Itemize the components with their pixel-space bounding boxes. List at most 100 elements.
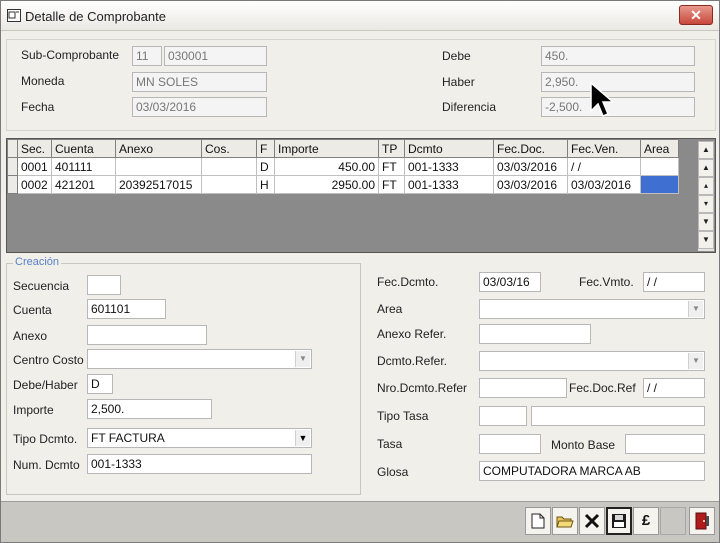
cell-area-selected[interactable] [640,175,679,194]
scroll-up-icon[interactable]: ▴ [698,177,714,195]
col-area[interactable]: Area [640,139,679,158]
window-title: Detalle de Comprobante [25,9,166,24]
cell-fec-doc[interactable]: 03/03/2016 [493,175,568,194]
cell-cos[interactable] [201,175,257,194]
tipo-tasa-code-field[interactable] [479,406,527,426]
col-importe[interactable]: Importe [274,139,379,158]
col-cos[interactable]: Cos. [201,139,257,158]
cell-sec[interactable]: 0002 [17,175,52,194]
exit-button[interactable] [689,507,715,535]
col-sec[interactable]: Sec. [17,139,52,158]
col-dcmto[interactable]: Dcmto [404,139,494,158]
monto-base-field[interactable] [625,434,705,454]
cell-f[interactable]: H [256,175,275,194]
cell-importe[interactable]: 2950.00 [274,175,379,194]
num-dcmto-field[interactable]: 001-1333 [87,454,312,474]
anexo-field[interactable] [87,325,207,345]
secuencia-field[interactable] [87,275,121,295]
diferencia-label: Diferencia [442,100,497,114]
anexo-refer-label: Anexo Refer. [377,327,447,341]
cell-sec[interactable]: 0001 [17,157,52,176]
cell-cos[interactable] [201,157,257,176]
diferencia-field[interactable]: -2,500. [541,97,695,117]
save-button[interactable] [606,507,632,535]
cell-cuenta[interactable]: 401111 [51,157,116,176]
cell-f[interactable]: D [256,157,275,176]
haber-field[interactable]: 2,950. [541,72,695,92]
cell-cuenta[interactable]: 421201 [51,175,116,194]
subcomprobante-number-field[interactable]: 030001 [164,46,267,66]
cell-tp[interactable]: FT [378,157,405,176]
row-selector[interactable] [7,157,18,176]
chevron-down-icon[interactable]: ▼ [295,351,310,367]
delete-button[interactable] [579,507,605,535]
tipo-dcmto-select[interactable]: FT FACTURA ▼ [87,428,312,448]
new-button[interactable] [525,507,551,535]
tipo-tasa-desc-field[interactable] [531,406,705,426]
cell-area[interactable] [640,157,679,176]
cell-anexo[interactable] [115,157,202,176]
tipo-dcmto-value: FT FACTURA [91,431,165,445]
cell-tp[interactable]: FT [378,175,405,194]
last-record-icon[interactable]: ▼ [698,231,714,249]
next-record-icon[interactable]: ▼ [698,213,714,231]
chevron-down-icon[interactable]: ▼ [688,353,703,369]
moneda-label: Moneda [21,74,65,88]
first-record-icon[interactable]: ▲ [698,141,714,159]
col-fec-ven[interactable]: Fec.Ven. [567,139,641,158]
cell-dcmto[interactable]: 001-1333 [404,175,494,194]
cell-fec-ven[interactable]: / / [567,157,641,176]
chevron-down-icon[interactable]: ▼ [688,301,703,317]
glosa-field[interactable]: COMPUTADORA MARCA AB [479,461,705,481]
chevron-down-icon[interactable]: ▼ [295,430,310,446]
close-button[interactable]: ✕ [679,5,713,25]
haber-label: Haber [442,75,475,89]
previous-record-icon[interactable]: ▲ [698,159,714,177]
col-anexo[interactable]: Anexo [115,139,202,158]
cell-fec-ven[interactable]: 03/03/2016 [567,175,641,194]
fec-vmto-label: Fec.Vmto. [579,275,634,289]
table-row[interactable]: 0001 401111 D 450.00 FT 001-1333 03/03/2… [7,157,679,176]
cuenta-field[interactable]: 601101 [87,299,166,319]
col-cuenta[interactable]: Cuenta [51,139,116,158]
fec-doc-ref-field[interactable]: / / [643,378,705,398]
detail-grid[interactable]: Sec. Cuenta Anexo Cos. F Importe TP Dcmt… [6,138,716,253]
disabled-button[interactable] [660,507,686,535]
num-dcmto-label: Num. Dcmto [13,458,80,472]
subcomprobante-code-field[interactable]: 11 [132,46,162,66]
col-tp[interactable]: TP [378,139,405,158]
cell-anexo[interactable]: 20392517015 [115,175,202,194]
debe-field[interactable]: 450. [541,46,695,66]
dcmto-refer-select[interactable]: ▼ [479,351,705,371]
debe-haber-label: Debe/Haber [13,378,78,392]
table-row[interactable]: 0002 421201 20392517015 H 2950.00 FT 001… [7,175,679,194]
row-selector[interactable] [7,175,18,194]
col-fec-doc[interactable]: Fec.Doc. [493,139,568,158]
open-button[interactable] [552,507,578,535]
creacion-legend: Creación [13,256,62,268]
exit-door-icon [695,512,709,530]
tasa-field[interactable] [479,434,541,454]
debe-haber-field[interactable]: D [87,374,113,394]
area-select[interactable]: ▼ [479,299,705,319]
nro-dcmto-refer-field[interactable] [479,378,567,398]
col-f[interactable]: F [256,139,275,158]
fecha-field[interactable]: 03/03/2016 [132,97,267,117]
fec-vmto-field[interactable]: / / [643,272,705,292]
moneda-field[interactable]: MN SOLES [132,72,267,92]
cell-importe[interactable]: 450.00 [274,157,379,176]
dcmto-refer-label: Dcmto.Refer. [377,354,448,368]
cell-dcmto[interactable]: 001-1333 [404,157,494,176]
anexo-refer-field[interactable] [479,324,591,344]
secuencia-label: Secuencia [13,279,70,293]
tipo-tasa-label: Tipo Tasa [377,409,429,423]
title-bar: Detalle de Comprobante ✕ [1,1,719,31]
cell-fec-doc[interactable]: 03/03/2016 [493,157,568,176]
centro-costo-select[interactable]: ▼ [87,349,312,369]
importe-field[interactable]: 2,500. [87,399,212,419]
pound-button[interactable]: £ [633,507,659,535]
grid-header-row: Sec. Cuenta Anexo Cos. F Importe TP Dcmt… [7,139,679,158]
fec-dcmto-field[interactable]: 03/03/16 [479,272,541,292]
save-disk-icon [612,514,626,528]
scroll-down-icon[interactable]: ▾ [698,195,714,213]
